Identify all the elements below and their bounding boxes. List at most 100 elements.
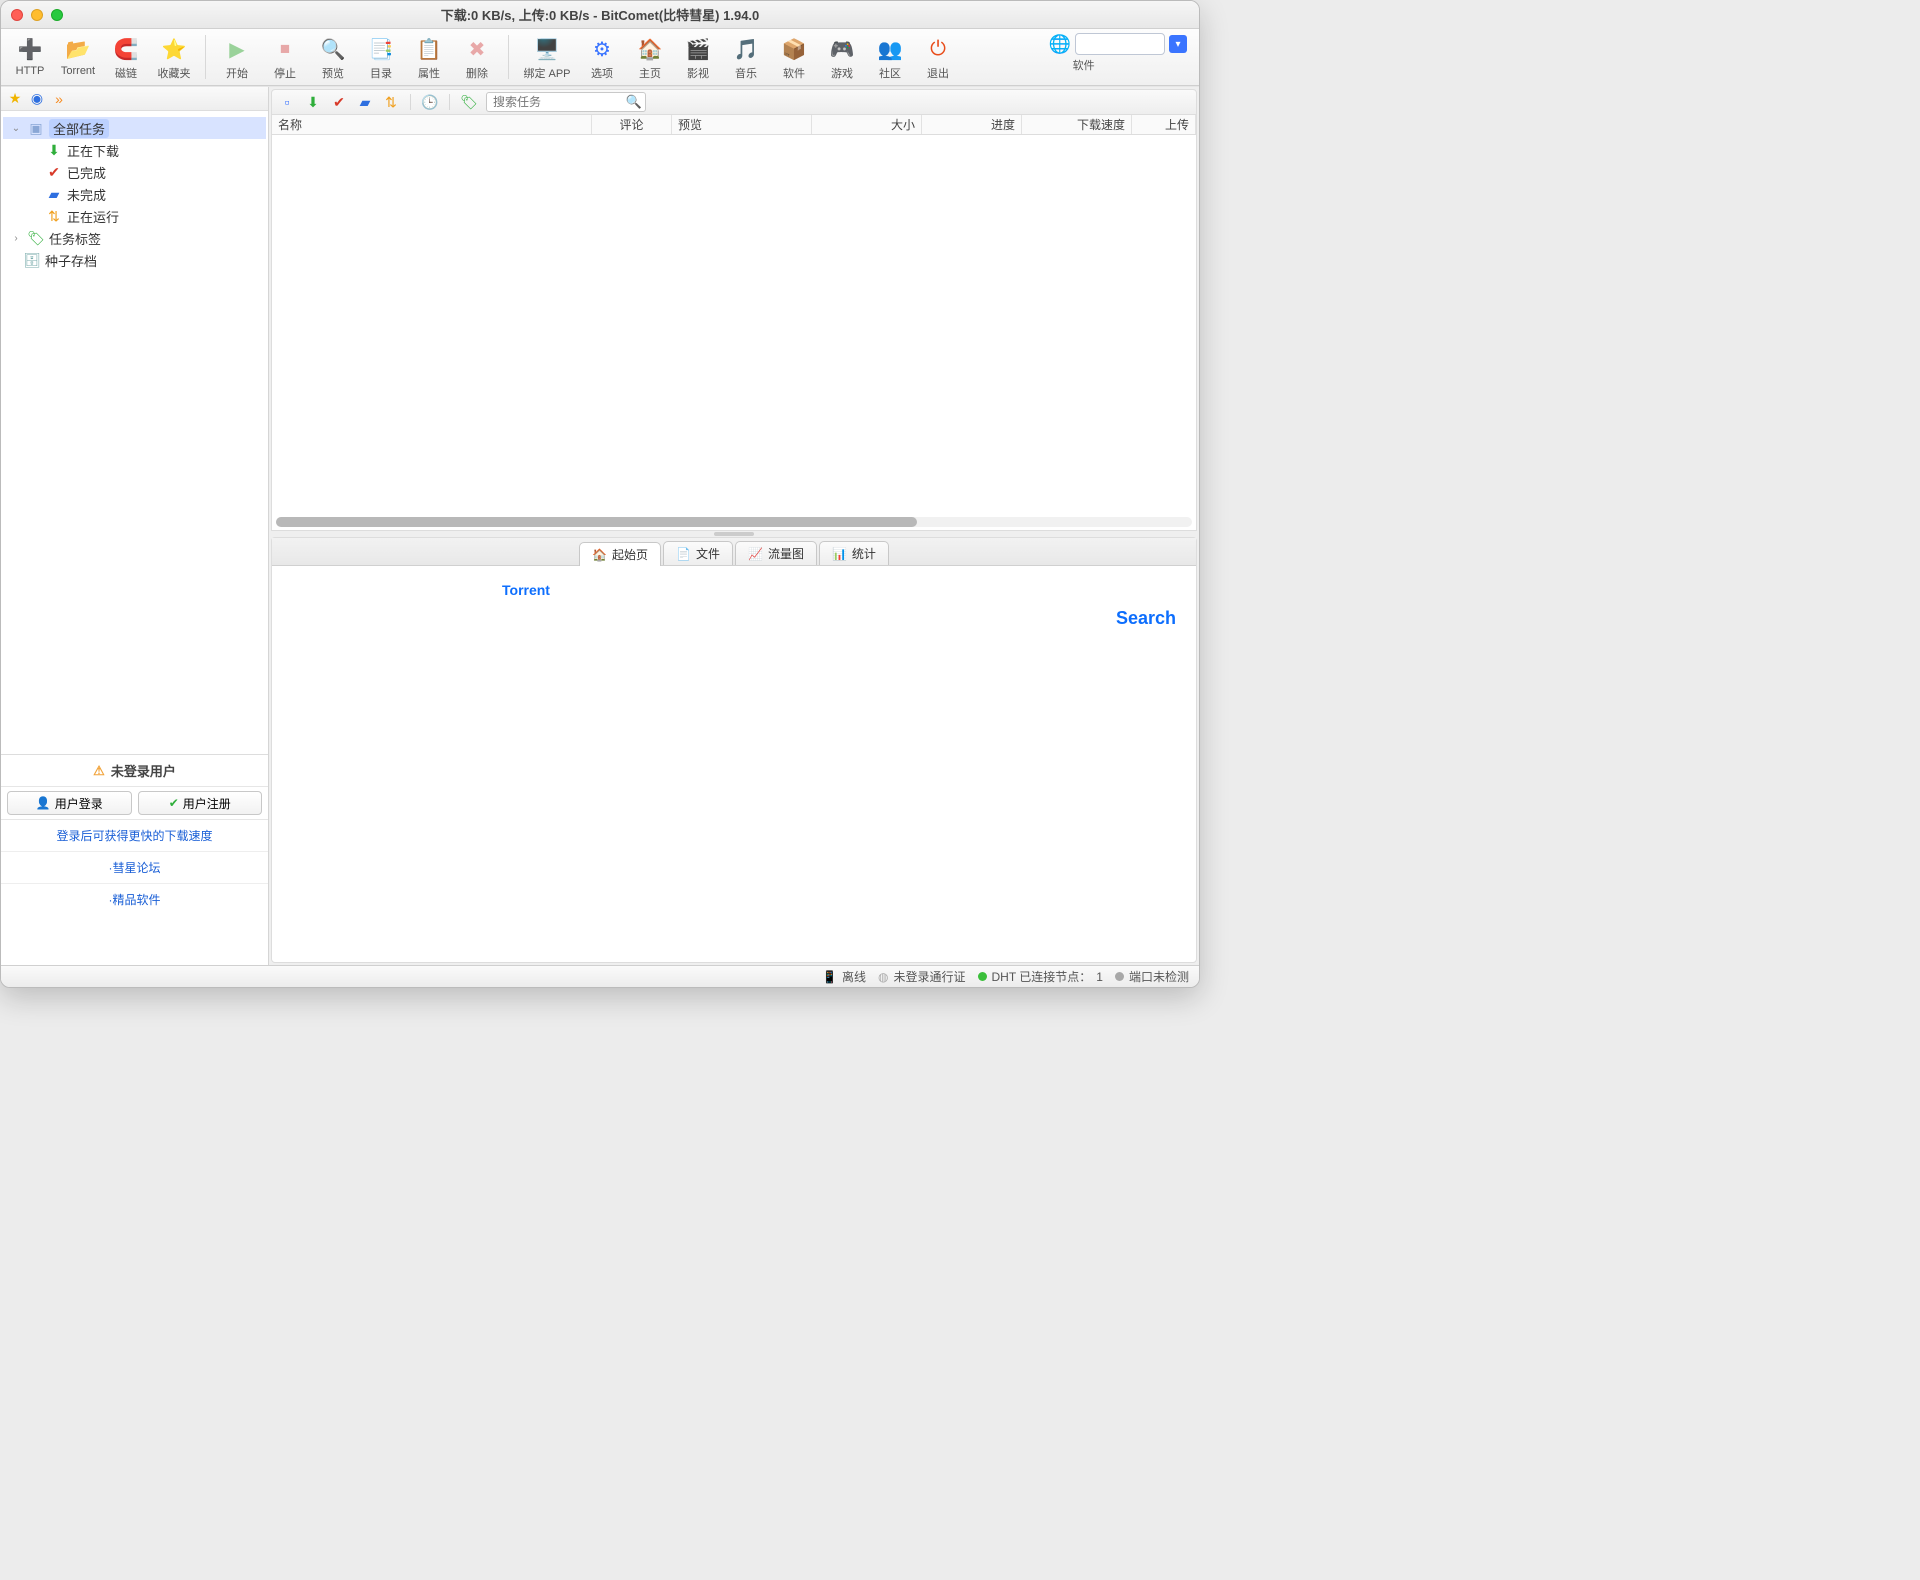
dot-gray-icon bbox=[1115, 972, 1124, 981]
tree-tags[interactable]: › 🏷 任务标签 bbox=[3, 227, 266, 249]
list-button[interactable]: 📑目录 bbox=[360, 33, 402, 83]
user-panel-header: ⚠ 未登录用户 bbox=[1, 755, 268, 787]
col-progress[interactable]: 进度 bbox=[922, 115, 1022, 134]
col-dlspeed[interactable]: 下载速度 bbox=[1022, 115, 1132, 134]
body-area: ★ ◉ » ⌄ ▣ 全部任务 ⬇ 正在下载 ✔ 已完成 bbox=[1, 86, 1199, 965]
tag-filter-icon[interactable]: 🏷 bbox=[460, 93, 478, 111]
bottom-panel: 🏠起始页 📄文件 📈流量图 📊统计 Torrent Search bbox=[271, 537, 1197, 963]
http-button[interactable]: ➕HTTP bbox=[9, 33, 51, 79]
task-search-input[interactable] bbox=[486, 92, 646, 112]
task-list[interactable] bbox=[271, 135, 1197, 531]
check-icon: ✔ bbox=[45, 164, 63, 181]
user-icon: 👤 bbox=[36, 796, 51, 810]
search-heading[interactable]: Search bbox=[1116, 608, 1176, 629]
favorites-button[interactable]: ⭐收藏夹 bbox=[153, 33, 195, 83]
close-icon[interactable] bbox=[11, 9, 23, 21]
app-window: 下载:0 KB/s, 上传:0 KB/s - BitComet(比特彗星) 1.… bbox=[0, 0, 1200, 988]
user-link-speed[interactable]: 登录后可获得更快的下载速度 bbox=[1, 820, 268, 852]
window-title: 下载:0 KB/s, 上传:0 KB/s - BitComet(比特彗星) 1.… bbox=[1, 5, 1199, 24]
stop-button[interactable]: ⏹停止 bbox=[264, 33, 306, 83]
separator bbox=[449, 94, 450, 110]
status-passport[interactable]: ◍未登录通行证 bbox=[878, 968, 966, 985]
scrollbar-thumb[interactable] bbox=[276, 517, 917, 527]
statusbar: 📱离线 ◍未登录通行证 DHT 已连接节点：1 端口未检测 bbox=[1, 965, 1199, 987]
status-offline[interactable]: 📱离线 bbox=[822, 968, 866, 985]
toolbar-search-input[interactable] bbox=[1075, 33, 1165, 55]
file-icon: 📄 bbox=[676, 547, 691, 561]
delete-button[interactable]: ✖删除 bbox=[456, 33, 498, 83]
col-ulspeed[interactable]: 上传 bbox=[1132, 115, 1196, 134]
tree-all-tasks[interactable]: ⌄ ▣ 全部任务 bbox=[3, 117, 266, 139]
tab-files[interactable]: 📄文件 bbox=[663, 541, 733, 565]
properties-button[interactable]: 📋属性 bbox=[408, 33, 450, 83]
tree-completed[interactable]: ✔ 已完成 bbox=[3, 161, 266, 183]
community-button[interactable]: 👥社区 bbox=[869, 33, 911, 83]
col-name[interactable]: 名称 bbox=[272, 115, 592, 134]
task-search-wrap: 🔍 bbox=[486, 92, 646, 112]
tree-seed-archive[interactable]: 🗄 种子存档 bbox=[3, 249, 266, 271]
globe-gray-icon: ◍ bbox=[878, 970, 888, 984]
titlebar: 下载:0 KB/s, 上传:0 KB/s - BitComet(比特彗星) 1.… bbox=[1, 1, 1199, 29]
preview-button[interactable]: 🔍预览 bbox=[312, 33, 354, 83]
tag-icon: 🏷 bbox=[27, 230, 45, 247]
login-button[interactable]: 👤用户登录 bbox=[7, 791, 132, 815]
home-button[interactable]: 🏠主页 bbox=[629, 33, 671, 83]
software-button[interactable]: 📦软件 bbox=[773, 33, 815, 83]
bottom-content: Torrent Search bbox=[272, 566, 1196, 962]
zoom-icon[interactable] bbox=[51, 9, 63, 21]
user-panel: ⚠ 未登录用户 👤用户登录 ✔用户注册 登录后可获得更快的下载速度 ·彗星论坛 … bbox=[1, 754, 268, 965]
magnet-button[interactable]: 🧲磁链 bbox=[105, 33, 147, 83]
clock-icon[interactable]: 🕒 bbox=[421, 93, 439, 111]
tree-incomplete[interactable]: ▰ 未完成 bbox=[3, 183, 266, 205]
music-button[interactable]: 🎵音乐 bbox=[725, 33, 767, 83]
search-icon[interactable]: 🔍 bbox=[626, 94, 642, 110]
archive-icon: 🗄 bbox=[23, 252, 41, 269]
user-link-forum[interactable]: ·彗星论坛 bbox=[1, 852, 268, 884]
video-button[interactable]: 🎬影视 bbox=[677, 33, 719, 83]
main-toolbar: ➕HTTP 📂Torrent 🧲磁链 ⭐收藏夹 ▶开始 ⏹停止 🔍预览 📑目录 … bbox=[1, 29, 1199, 86]
exit-button[interactable]: ⏻退出 bbox=[917, 33, 959, 83]
tab-stats[interactable]: 📊统计 bbox=[819, 541, 889, 565]
start-button[interactable]: ▶开始 bbox=[216, 33, 258, 83]
warning-icon: ⚠ bbox=[93, 763, 105, 779]
chevron-right-icon[interactable]: › bbox=[9, 233, 23, 244]
updown-icon: ⇅ bbox=[45, 208, 63, 225]
bind-app-button[interactable]: 🖥️绑定 APP bbox=[519, 33, 575, 83]
tab-traffic[interactable]: 📈流量图 bbox=[735, 541, 817, 565]
col-preview[interactable]: 预览 bbox=[672, 115, 812, 134]
left-tabs: ★ ◉ » bbox=[1, 87, 268, 111]
toolbar-separator bbox=[508, 35, 509, 79]
globe-tab-icon[interactable]: ◉ bbox=[29, 91, 45, 107]
tree-downloading[interactable]: ⬇ 正在下载 bbox=[3, 139, 266, 161]
status-dht[interactable]: DHT 已连接节点：1 bbox=[978, 968, 1103, 985]
check-icon[interactable]: ✔ bbox=[330, 93, 348, 111]
task-toolbar: ▫ ⬇ ✔ ▰ ⇅ 🕒 🏷 🔍 bbox=[271, 89, 1197, 115]
chevron-down-icon[interactable]: ⌄ bbox=[9, 123, 23, 134]
globe-icon[interactable]: 🌐 bbox=[1049, 34, 1071, 55]
options-button[interactable]: ⚙选项 bbox=[581, 33, 623, 83]
status-port[interactable]: 端口未检测 bbox=[1115, 968, 1189, 985]
toolbar-search-dropdown-icon[interactable]: ▾ bbox=[1169, 35, 1187, 53]
col-size[interactable]: 大小 bbox=[812, 115, 922, 134]
torrent-button[interactable]: 📂Torrent bbox=[57, 33, 99, 79]
right-pane: ▫ ⬇ ✔ ▰ ⇅ 🕒 🏷 🔍 名称 评论 预览 大小 进度 bbox=[269, 87, 1199, 965]
tab-start-page[interactable]: 🏠起始页 bbox=[579, 542, 661, 566]
phone-icon: 📱 bbox=[822, 970, 837, 984]
new-task-icon[interactable]: ▫ bbox=[278, 93, 296, 111]
bottom-tabs: 🏠起始页 📄文件 📈流量图 📊统计 bbox=[272, 538, 1196, 566]
tree-running[interactable]: ⇅ 正在运行 bbox=[3, 205, 266, 227]
col-comment[interactable]: 评论 bbox=[592, 115, 672, 134]
rss-tab-icon[interactable]: » bbox=[51, 91, 67, 107]
toolbar-separator bbox=[205, 35, 206, 79]
favorites-tab-icon[interactable]: ★ bbox=[7, 91, 23, 107]
register-button[interactable]: ✔用户注册 bbox=[138, 791, 263, 815]
flag-icon[interactable]: ▰ bbox=[356, 93, 374, 111]
minimize-icon[interactable] bbox=[31, 9, 43, 21]
left-pane: ★ ◉ » ⌄ ▣ 全部任务 ⬇ 正在下载 ✔ 已完成 bbox=[1, 87, 269, 965]
horizontal-scrollbar[interactable] bbox=[276, 517, 1192, 527]
updown-icon[interactable]: ⇅ bbox=[382, 93, 400, 111]
download-icon[interactable]: ⬇ bbox=[304, 93, 322, 111]
game-button[interactable]: 🎮游戏 bbox=[821, 33, 863, 83]
user-link-software[interactable]: ·精品软件 bbox=[1, 884, 268, 915]
task-tree: ⌄ ▣ 全部任务 ⬇ 正在下载 ✔ 已完成 ▰ 未完成 ⇅ bbox=[1, 111, 268, 754]
